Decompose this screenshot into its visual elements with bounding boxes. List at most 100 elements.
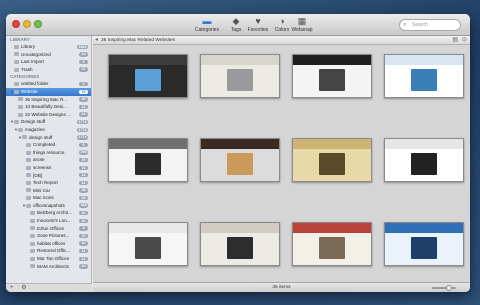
sidebar-item-label: Mac icons xyxy=(33,195,54,201)
count-badge: 14 xyxy=(79,173,88,178)
back-arrow-icon[interactable]: ◂ xyxy=(95,36,98,45)
sidebar-item[interactable]: Mini Car 28 xyxy=(6,187,91,195)
sidebar-item[interactable]: habitat offices 10 xyxy=(6,240,91,248)
thumbnail-header-band xyxy=(201,139,279,149)
folder-icon xyxy=(30,211,35,216)
folder-icon xyxy=(30,241,35,246)
sidebar-item[interactable]: Restored Offic... 11 xyxy=(6,247,91,255)
count-badge: 22 xyxy=(79,112,88,117)
sidebar-item-label: Ezlun Offices xyxy=(37,225,64,231)
websnap-icon: ▦ xyxy=(297,16,307,26)
sidebar-item[interactable]: ▼ officesnapshots 383 xyxy=(6,202,91,210)
heart-icon: ♥ xyxy=(255,16,261,26)
sidebar-item[interactable]: Mac icons 28 xyxy=(6,194,91,202)
sidebar-item-label: Last Import xyxy=(21,59,44,65)
count-badge: 10 xyxy=(79,218,88,224)
zoom-window-button[interactable] xyxy=(34,20,42,28)
toolbar-button-label: Websnap xyxy=(291,27,313,33)
sidebar-item[interactable]: Library 1844 xyxy=(6,43,91,51)
add-category-button[interactable]: + xyxy=(10,285,14,291)
path-bar: ◂ 35 Inspiring Mac Related Websites ▤ ⊙ xyxy=(93,36,470,45)
count-badge: 10 xyxy=(79,241,88,246)
sidebar-item[interactable]: screenss 10 xyxy=(6,164,91,172)
sidebar-item[interactable]: Tech Report 14 xyxy=(6,179,91,187)
count-badge: 1844 xyxy=(77,44,88,49)
website-thumbnail[interactable] xyxy=(200,138,280,182)
toolbar-button-label: Categories xyxy=(194,27,220,33)
sidebar-item[interactable]: Completed 9 xyxy=(6,141,91,149)
sidebar-item[interactable]: [OB] 14 xyxy=(6,172,91,180)
toolbar-categories-button[interactable]: ▬ Categories xyxy=(194,16,220,35)
folder-icon xyxy=(18,112,23,117)
count-badge: 10 xyxy=(79,165,88,170)
zoom-slider-knob[interactable] xyxy=(446,285,452,291)
sidebar-item[interactable]: Ezlun Offices 8 xyxy=(6,225,91,233)
website-thumbnail[interactable] xyxy=(384,138,464,182)
sidebar-item[interactable]: ▼ Design stuff 1774 xyxy=(6,118,91,126)
folder-icon xyxy=(30,249,35,254)
folder-icon xyxy=(26,165,31,170)
thumbnail-device-image xyxy=(411,153,437,175)
toolbar-favorites-button[interactable]: ♥ Favorites xyxy=(245,16,271,35)
close-window-button[interactable] xyxy=(12,20,20,28)
website-thumbnail[interactable] xyxy=(292,54,372,98)
count-badge: 3 xyxy=(79,59,88,65)
thumbnail-header-band xyxy=(293,223,371,233)
count-badge: 29 xyxy=(79,157,88,163)
sidebar-item[interactable]: MAM Architects 10 xyxy=(6,263,91,271)
website-thumbnail[interactable] xyxy=(108,138,188,182)
minimize-window-button[interactable] xyxy=(23,20,31,28)
status-bar: 35 items xyxy=(93,282,470,292)
website-thumbnail[interactable] xyxy=(292,138,372,182)
count-badge: 11 xyxy=(79,249,88,254)
zoom-slider[interactable] xyxy=(432,285,456,291)
thumbnail-header-band xyxy=(385,223,463,233)
sidebar-item-label: Mini Car xyxy=(33,187,51,193)
sidebar-item[interactable]: 35 Inspiring Mac R... 35 xyxy=(6,96,91,104)
sidebar-item[interactable]: ▼ Website 70 xyxy=(6,87,91,96)
sidebar-item[interactable]: 22 Website Designs ... 22 xyxy=(6,111,91,119)
sidebar-item[interactable]: Innocent's Lon... 10 xyxy=(6,217,91,225)
sidebar-item-label: Design stuff xyxy=(21,119,46,125)
view-mode-icon[interactable]: ▤ xyxy=(452,36,458,45)
website-thumbnail[interactable] xyxy=(108,222,188,266)
sidebar-item[interactable]: Last Import 3 xyxy=(6,58,91,66)
sidebar-item[interactable]: ▼ design stuff 1774 xyxy=(6,134,91,142)
sidebar-item-label: anote xyxy=(33,157,45,163)
sidebar-item[interactable]: Trash 67 xyxy=(6,66,91,74)
sidebar-item[interactable]: Uncategorized 14 xyxy=(6,51,91,59)
folder-icon xyxy=(26,188,31,193)
sidebar-item[interactable]: things resource 293 xyxy=(6,149,91,157)
sidebar-item[interactable]: Mar Tan Offices 14 xyxy=(6,255,91,263)
sidebar-item-label: Innocent's Lon... xyxy=(37,218,71,224)
thumbnail-header-band xyxy=(201,55,279,65)
info-icon[interactable]: ⊙ xyxy=(462,36,467,45)
sidebar-item[interactable]: ▼ magazine 1774 xyxy=(6,126,91,134)
sidebar-item[interactable]: untitled folder 3 xyxy=(6,80,91,88)
sidebar-item-label: Library xyxy=(21,44,36,49)
thumbnail-device-image xyxy=(135,237,161,259)
search-input[interactable]: ⌕ Search xyxy=(399,19,461,31)
website-thumbnail[interactable] xyxy=(384,222,464,266)
folder-icon xyxy=(14,67,19,72)
website-thumbnail[interactable] xyxy=(292,222,372,266)
folder-icon xyxy=(18,104,23,109)
categories-header: CATEGORIES xyxy=(10,74,40,80)
sidebar-item[interactable]: Belzberg Archit... 10 xyxy=(6,209,91,217)
count-badge: 14 xyxy=(79,180,88,186)
sidebar-item[interactable]: Sone Pictures... 10 xyxy=(6,232,91,240)
count-badge: 10 xyxy=(79,211,88,216)
website-thumbnail[interactable] xyxy=(200,222,280,266)
toolbar-button-label: Favorites xyxy=(247,27,269,33)
sidebar-item[interactable]: anote 29 xyxy=(6,156,91,164)
gear-icon[interactable]: ⚙ xyxy=(21,285,26,291)
thumbnail-header-band xyxy=(293,139,371,149)
website-thumbnail[interactable] xyxy=(200,54,280,98)
website-thumbnail[interactable] xyxy=(384,54,464,98)
website-thumbnail[interactable] xyxy=(108,54,188,98)
thumbnail-device-image xyxy=(319,153,345,175)
folder-icon xyxy=(14,52,19,57)
toolbar-websnap-button[interactable]: ▦ Websnap xyxy=(289,16,315,35)
sidebar-item-label: design stuff xyxy=(29,134,53,140)
sidebar-item[interactable]: 13 Beautifully Desi... 13 xyxy=(6,103,91,111)
